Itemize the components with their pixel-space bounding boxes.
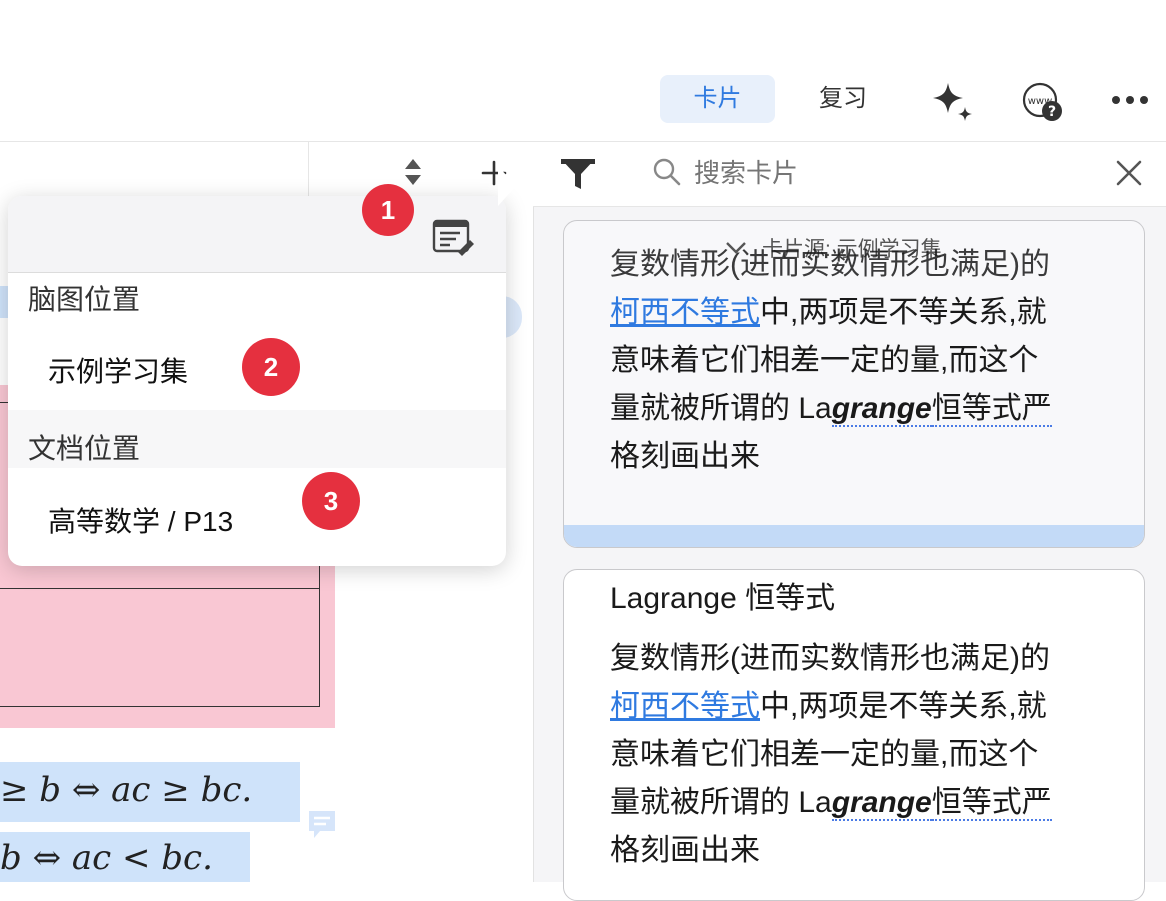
flashcard[interactable]: 卡片源: 示例学习集 复数情形(进而实数情形也满足)的 柯西不等式中,两项是不等… (563, 220, 1145, 548)
web-help-icon[interactable]: www ? (1018, 80, 1066, 124)
step-badge-3: 3 (302, 472, 360, 530)
card-line: 意味着它们相差一定的量,而这个 (610, 738, 1039, 771)
card-line: 复数情形(进而实数情形也满足)的 (610, 642, 1050, 675)
search-input[interactable] (692, 152, 1076, 194)
card-text: 恒等式严 (931, 392, 1052, 427)
document-item-label: 高等数学 / P13 (48, 506, 234, 537)
card-link[interactable]: 柯西不等式 (610, 690, 760, 723)
card-text: 恒等式严 (931, 786, 1052, 821)
divider (0, 141, 533, 142)
card-link[interactable]: 柯西不等式 (610, 296, 760, 329)
tab-review[interactable]: 复习 (788, 75, 898, 123)
table-border (0, 706, 320, 707)
card-text: 量就被所谓的 La (610, 392, 832, 425)
card-body: 复数情形(进而实数情形也满足)的 柯西不等式中,两项是不等关系,就 意味着它们相… (610, 241, 1130, 481)
card-line: 量就被所谓的 Lagrange恒等式严 (610, 385, 1130, 433)
divider (308, 142, 309, 202)
tab-cards[interactable]: 卡片 (660, 75, 775, 123)
mindmap-item-label: 示例学习集 (48, 356, 189, 387)
location-popover: 1 脑图位置 示例学习集 2 文档位置 高等数学 / P13 3 (8, 184, 506, 566)
card-selection-bar (564, 525, 1144, 547)
card-line: 意味着它们相差一定的量,而这个 (610, 344, 1039, 377)
card-line: 格刻画出来 (610, 834, 760, 867)
edit-note-icon[interactable] (432, 218, 478, 258)
card-text: 中,两项是不等关系,就 (760, 690, 1047, 723)
flashcard[interactable]: Lagrange 恒等式 复数情形(进而实数情形也满足)的 柯西不等式中,两项是… (563, 569, 1145, 901)
math-line: ≥ b ⇔ ac ≥ bc. (0, 770, 253, 810)
card-title: Lagrange 恒等式 (610, 582, 836, 615)
step-badge-1: 1 (362, 184, 414, 236)
card-text: 量就被所谓的 La (610, 786, 832, 819)
mindmap-item-row[interactable]: 示例学习集 2 (8, 324, 506, 410)
card-body: Lagrange 恒等式 复数情形(进而实数情形也满足)的 柯西不等式中,两项是… (610, 575, 1130, 875)
more-icon[interactable] (1108, 86, 1152, 114)
card-line: 格刻画出来 (610, 440, 760, 473)
svg-text:?: ? (1048, 104, 1056, 120)
card-line: 柯西不等式中,两项是不等关系,就 (610, 289, 1130, 337)
popover-arrow (498, 166, 518, 206)
filter-icon[interactable] (557, 154, 599, 194)
card-text: 中,两项是不等关系,就 (760, 296, 1047, 329)
step-badge-2: 2 (242, 338, 300, 396)
card-line: 柯西不等式中,两项是不等关系,就 (610, 683, 1130, 731)
sparkle-icon[interactable] (928, 78, 976, 124)
document-item-row[interactable]: 高等数学 / P13 3 (8, 468, 506, 564)
search-icon (652, 157, 682, 187)
mindmap-section-label: 脑图位置 (28, 284, 141, 315)
card-line: 复数情形(进而实数情形也满足)的 (610, 248, 1050, 281)
close-icon[interactable] (1110, 154, 1148, 192)
table-border (0, 588, 320, 589)
card-emphasis: grange (831, 392, 932, 427)
card-line: 量就被所谓的 Lagrange恒等式严 (610, 779, 1130, 827)
math-line: b ⇔ ac < bc. (0, 838, 213, 878)
sort-icon[interactable] (398, 155, 428, 189)
comment-icon[interactable] (306, 808, 338, 842)
card-emphasis: grange (831, 786, 932, 821)
document-section-label: 文档位置 (28, 433, 141, 464)
